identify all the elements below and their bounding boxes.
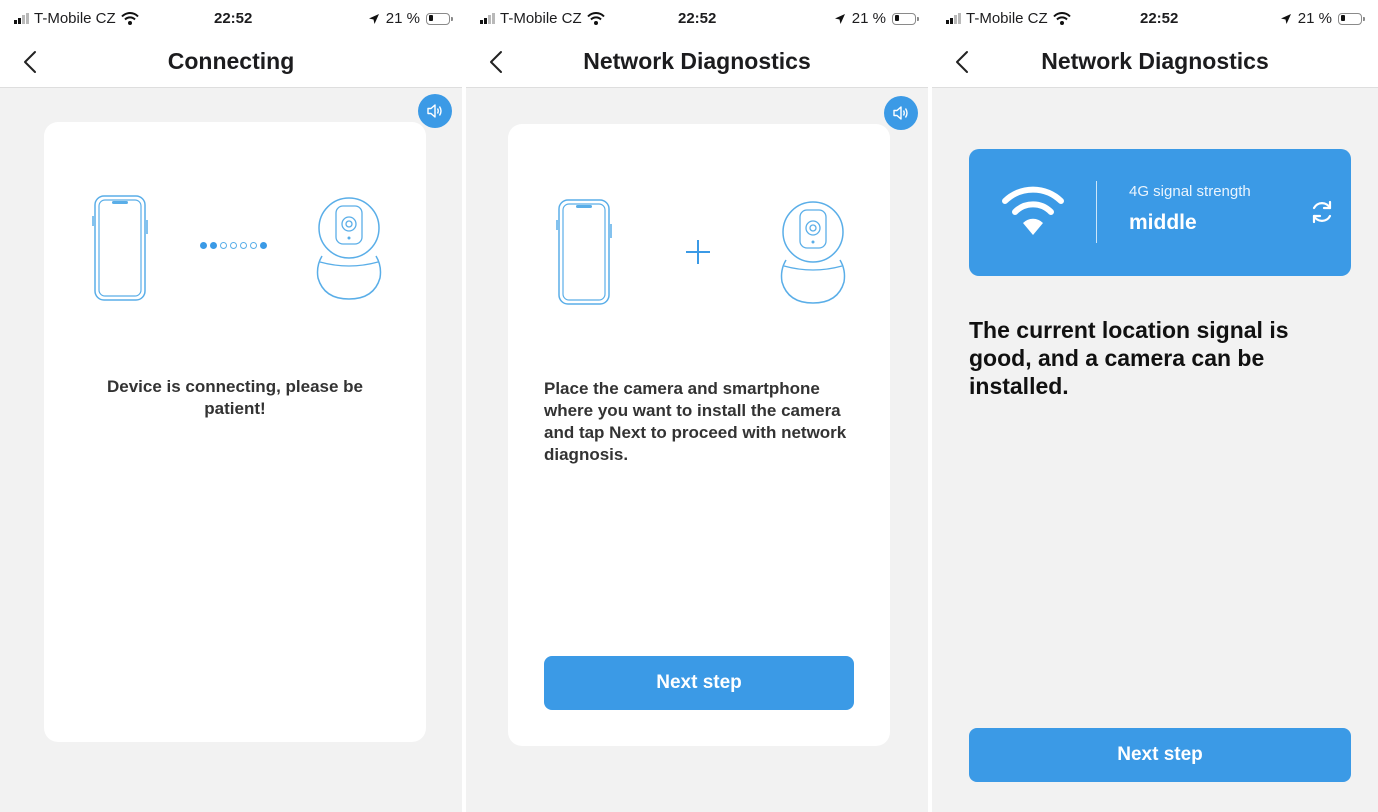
battery-percent: 21 % <box>385 10 420 27</box>
nav-bar: Connecting <box>0 36 462 88</box>
clock: 22:52 <box>214 10 253 27</box>
carrier-label: T-Mobile CZ <box>966 10 1048 27</box>
camera-illustration <box>316 197 382 300</box>
location-arrow-icon <box>834 13 845 24</box>
wifi-icon <box>1002 186 1064 235</box>
nav-bar: Network Diagnostics <box>466 36 928 88</box>
next-step-button[interactable]: Next step <box>544 656 854 710</box>
signal-bars-icon <box>14 13 29 24</box>
battery-icon <box>1338 12 1365 25</box>
location-arrow-icon <box>1280 13 1291 24</box>
battery-percent: 21 % <box>1297 10 1332 27</box>
connecting-screen: T-Mobile CZ 22:52 21 % Connecting Device… <box>0 0 462 812</box>
progress-dots <box>200 242 267 249</box>
status-message: Device is connecting, please be patient! <box>106 377 364 418</box>
nav-bar: Network Diagnostics <box>932 36 1378 88</box>
signal-bars-icon <box>946 13 961 24</box>
carrier-label: T-Mobile CZ <box>500 10 582 27</box>
wifi-status-icon <box>586 12 605 25</box>
speaker-button[interactable] <box>418 94 452 128</box>
page-title: Connecting <box>167 48 295 74</box>
carrier-label: T-Mobile CZ <box>34 10 116 27</box>
network-diagnostics-intro-screen: T-Mobile CZ 22:52 21 % Network Diagnosti… <box>466 0 928 812</box>
phone-illustration <box>556 199 612 305</box>
signal-strength-card: 4G signal strength middle <box>969 149 1351 276</box>
speaker-icon <box>427 104 442 118</box>
battery-icon <box>426 12 453 25</box>
status-bar: T-Mobile CZ 22:52 21 % <box>932 0 1378 36</box>
battery-icon <box>892 12 919 25</box>
clock: 22:52 <box>678 10 717 27</box>
next-step-button[interactable]: Next step <box>969 728 1351 782</box>
divider <box>1096 181 1097 243</box>
page-title: Network Diagnostics <box>583 48 811 74</box>
signal-value: middle <box>1129 211 1197 234</box>
wifi-status-icon <box>1052 12 1071 25</box>
connecting-card: Device is connecting, please be patient! <box>44 122 426 742</box>
instruction-message: Place the camera and smartphone where yo… <box>544 379 847 464</box>
refresh-icon[interactable] <box>1309 199 1335 225</box>
location-arrow-icon <box>368 13 379 24</box>
camera-illustration <box>780 201 846 304</box>
plus-icon <box>686 240 710 264</box>
status-bar: T-Mobile CZ 22:52 21 % <box>0 0 462 36</box>
signal-bars-icon <box>480 13 495 24</box>
clock: 22:52 <box>1140 10 1179 27</box>
speaker-icon <box>893 106 908 120</box>
phone-illustration <box>92 195 148 301</box>
status-bar: T-Mobile CZ 22:52 21 % <box>466 0 928 36</box>
wifi-status-icon <box>120 12 139 25</box>
signal-label: 4G signal strength <box>1129 183 1251 200</box>
network-diagnostics-result-screen: T-Mobile CZ 22:52 21 % Network Diagnosti… <box>932 0 1378 812</box>
speaker-button[interactable] <box>884 96 918 130</box>
diagnostics-card: Place the camera and smartphone where yo… <box>508 124 890 746</box>
result-message: The current location signal is good, and… <box>969 317 1289 399</box>
page-title: Network Diagnostics <box>1041 48 1269 74</box>
battery-percent: 21 % <box>851 10 886 27</box>
